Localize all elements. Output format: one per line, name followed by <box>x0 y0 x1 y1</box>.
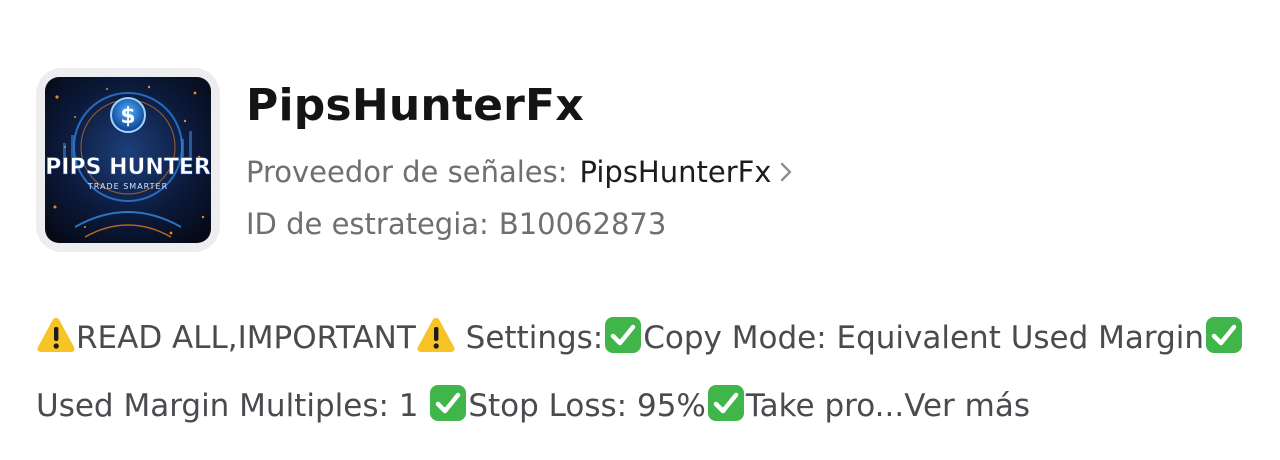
strategy-avatar[interactable]: $ PIPS HUNTER TRADE SMARTER <box>36 68 220 252</box>
strategy-id-label: ID de estrategia: <box>246 207 489 241</box>
strategy-id-value: B10062873 <box>498 207 667 241</box>
warning-icon <box>37 318 75 352</box>
check-mark-icon <box>605 317 642 353</box>
see-more-link[interactable]: Ver más <box>904 388 1030 424</box>
svg-text:PIPS HUNTER: PIPS HUNTER <box>45 155 211 180</box>
description-text: Take pro... <box>745 388 905 424</box>
strategy-title: PipsHunterFx <box>246 80 584 131</box>
description-text: Settings: <box>455 320 604 356</box>
description-text: Used Margin Multiples: 1 <box>36 388 429 424</box>
strategy-info: PipsHunterFx Proveedor de señales: PipsH… <box>246 68 793 242</box>
svg-text:$: $ <box>120 104 135 129</box>
strategy-header: $ PIPS HUNTER TRADE SMARTER PipsHunterFx… <box>36 68 793 252</box>
description-text: Stop Loss: 95% <box>468 388 706 424</box>
check-mark-icon <box>707 385 744 421</box>
check-mark-icon <box>430 385 467 421</box>
provider-name[interactable]: PipsHunterFx <box>580 154 772 190</box>
pips-hunter-logo: $ PIPS HUNTER TRADE SMARTER <box>45 77 211 243</box>
strategy-id-row: ID de estrategia: B10062873 <box>246 206 793 242</box>
provider-label: Proveedor de señales: <box>246 155 568 189</box>
description-text: READ ALL,IMPORTANT <box>76 320 416 356</box>
check-mark-icon <box>1206 317 1243 353</box>
description-text: Copy Mode: Equivalent Used Margin <box>643 320 1205 356</box>
strategy-description: READ ALL,IMPORTANT Settings: Copy Mode: E… <box>36 304 1246 440</box>
svg-text:TRADE SMARTER: TRADE SMARTER <box>87 182 168 191</box>
warning-icon <box>417 318 455 352</box>
signal-provider-link[interactable]: Proveedor de señales: PipsHunterFx <box>246 154 793 190</box>
chevron-right-icon <box>781 162 792 182</box>
